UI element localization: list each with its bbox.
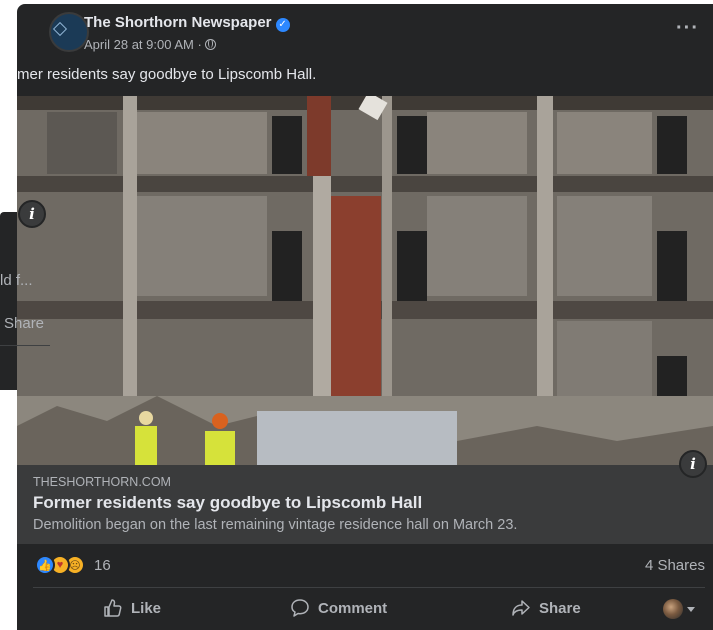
background-share-button[interactable]: Share	[4, 315, 44, 332]
page-name-link[interactable]: The Shorthorn Newspaper	[84, 14, 272, 31]
post-timestamp[interactable]: April 28 at 9:00 AM ·	[84, 37, 202, 52]
info-icon[interactable]: i	[679, 450, 707, 478]
post-caption: mer residents say goodbye to Lipscomb Ha…	[17, 66, 317, 83]
avatar	[663, 599, 683, 619]
page-avatar[interactable]	[49, 12, 89, 52]
comment-label: Comment	[318, 599, 388, 617]
comment-button[interactable]: Comment	[290, 598, 387, 618]
post-card: The Shorthorn Newspaper ✓ April 28 at 9:0…	[17, 4, 713, 630]
divider	[0, 345, 50, 346]
like-label: Like	[131, 599, 162, 617]
info-icon[interactable]: i	[18, 200, 46, 228]
divider	[33, 587, 705, 588]
link-preview[interactable]: THESHORTHORN.COM Former residents say go…	[17, 465, 713, 544]
reactions-summary[interactable]: 👍 ♥ ☹ 16	[35, 555, 111, 575]
share-label: Share	[539, 599, 581, 617]
link-description: Demolition began on the last remaining v…	[33, 517, 518, 533]
share-button[interactable]: Share	[511, 598, 581, 618]
share-arrow-icon	[512, 600, 530, 616]
reaction-profile-selector[interactable]	[663, 599, 695, 619]
share-count[interactable]: 4 Shares	[645, 557, 705, 574]
link-title[interactable]: Former residents say goodbye to Lipscomb…	[33, 493, 422, 513]
chevron-down-icon	[687, 606, 695, 612]
page-name-header: The Shorthorn Newspaper ✓	[84, 14, 290, 32]
link-domain: THESHORTHORN.COM	[33, 475, 171, 489]
post-meta: April 28 at 9:00 AM ·	[84, 37, 216, 52]
like-button[interactable]: Like	[103, 598, 161, 618]
like-reaction-icon: 👍	[35, 555, 55, 575]
background-card-text: ld f...	[0, 272, 33, 289]
demolition-photo	[17, 96, 713, 465]
thumbs-up-icon	[104, 599, 122, 617]
verified-badge-icon: ✓	[275, 18, 290, 32]
post-actions: Like Comment Share	[17, 590, 713, 630]
reaction-count[interactable]: 16	[94, 557, 111, 574]
globe-icon	[204, 39, 216, 50]
more-options-icon[interactable]: ···	[676, 18, 699, 38]
post-image[interactable]	[17, 96, 713, 465]
comment-icon	[291, 599, 309, 617]
